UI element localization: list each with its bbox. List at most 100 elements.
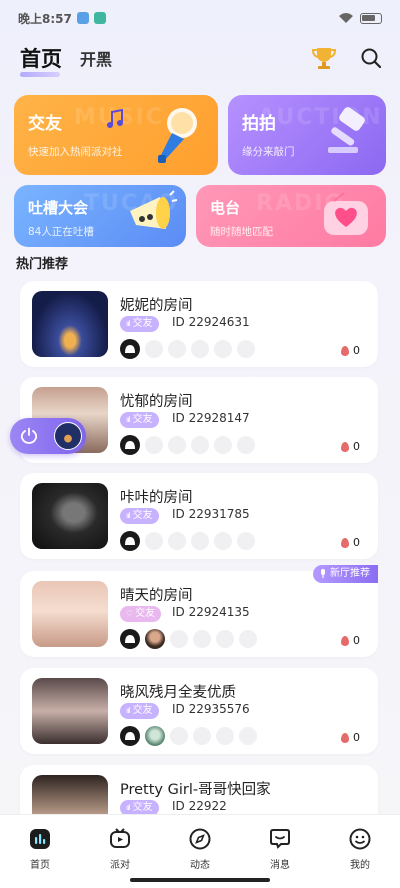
app-notification-icon xyxy=(93,12,106,24)
empty-seat-icon xyxy=(191,340,209,358)
empty-seat-icon xyxy=(216,727,234,745)
card-paipai[interactable]: AUCTION 拍拍 缘分来敲门 xyxy=(228,95,386,175)
empty-seat-icon xyxy=(168,532,186,550)
room-cover xyxy=(32,291,108,357)
room-card[interactable]: 咔咔的房间 ııl 交友 ID 22931785 0 xyxy=(20,473,378,559)
room-name: 妮妮的房间 xyxy=(120,298,193,314)
empty-seat-icon xyxy=(237,532,255,550)
nav-profile[interactable]: 我的 xyxy=(320,827,400,888)
message-icon xyxy=(270,829,290,849)
empty-seat-icon xyxy=(237,340,255,358)
mic-seats xyxy=(120,435,255,455)
profile-icon xyxy=(349,828,371,850)
room-cover xyxy=(32,678,108,744)
mic-seats xyxy=(120,629,257,649)
party-tv-icon xyxy=(110,828,130,848)
empty-seat-icon xyxy=(214,340,232,358)
notification-icon xyxy=(76,12,89,24)
nav-profile-label: 我的 xyxy=(350,860,370,871)
host-seat-icon xyxy=(120,531,140,551)
card-jiaoyou[interactable]: MUSIC 交友 快速加入热闹派对社 xyxy=(14,95,218,175)
radio-icon xyxy=(324,192,368,235)
music-note-icon xyxy=(107,109,123,128)
status-bar: 晚上8:57 xyxy=(0,0,400,36)
microphone-icon xyxy=(158,108,197,163)
room-heat: 0 xyxy=(341,440,360,453)
section-title-hot: 热门推荐 xyxy=(16,257,69,272)
room-heat: 0 xyxy=(341,536,360,549)
seat-avatar[interactable] xyxy=(145,629,165,649)
empty-seat-icon xyxy=(239,630,257,648)
card-diantai[interactable]: RADIO 电台 随时随地匹配 xyxy=(196,185,386,247)
tab-home[interactable]: 首页 xyxy=(20,43,62,77)
room-name: 晴天的房间 xyxy=(120,588,193,604)
new-room-badge: 新厅推荐 xyxy=(313,565,378,583)
room-card[interactable]: 妮妮的房间 ııl 交友 ID 22924631 0 xyxy=(20,281,378,367)
room-name: 晓风残月全麦优质 xyxy=(120,685,236,701)
room-name: 忧郁的房间 xyxy=(120,394,193,410)
mini-player-cover[interactable] xyxy=(54,422,82,450)
room-card[interactable]: 新厅推荐 晴天的房间 ♡ 交友 ID 22924135 0 xyxy=(20,565,378,657)
mic-seats xyxy=(120,726,257,746)
room-heat: 0 xyxy=(341,731,360,744)
search-icon[interactable] xyxy=(360,47,382,69)
room-tag: ııl 交友 xyxy=(120,412,159,428)
home-chart-icon xyxy=(30,829,50,849)
bottom-nav: 首页 派对 动态 消息 我的 xyxy=(0,814,400,888)
power-icon[interactable] xyxy=(20,427,38,445)
flame-icon xyxy=(341,732,349,743)
flame-icon xyxy=(341,345,349,356)
empty-seat-icon xyxy=(216,630,234,648)
room-tag: ♡ 交友 xyxy=(120,606,162,622)
nav-party-label: 派对 xyxy=(110,860,130,871)
nav-moments-label: 动态 xyxy=(190,860,210,871)
seat-avatar[interactable] xyxy=(145,726,165,746)
room-name: Pretty Girl-哥哥快回家 xyxy=(120,782,271,798)
room-id: ID 22928147 xyxy=(172,411,250,425)
empty-seat-icon xyxy=(214,436,232,454)
wifi-icon xyxy=(339,13,353,23)
host-seat-icon xyxy=(120,629,140,649)
mini-player-button[interactable] xyxy=(10,418,86,454)
empty-seat-icon xyxy=(145,340,163,358)
empty-seat-icon xyxy=(170,727,188,745)
card-tucao[interactable]: TUCAO 吐槽大会 84人正在吐槽 xyxy=(14,185,186,247)
room-tag: ııl 交友 xyxy=(120,703,159,719)
host-seat-icon xyxy=(120,339,140,359)
mic-badge-icon xyxy=(321,569,325,578)
gavel-icon xyxy=(328,107,365,153)
empty-seat-icon xyxy=(168,436,186,454)
megaphone-icon xyxy=(130,190,178,229)
room-card[interactable]: 晓风残月全麦优质 ııl 交友 ID 22935576 0 xyxy=(20,668,378,754)
flame-icon xyxy=(341,537,349,548)
nav-home-label: 首页 xyxy=(30,860,50,871)
compass-icon xyxy=(189,828,211,850)
room-id: ID 22931785 xyxy=(172,507,250,521)
mic-seats xyxy=(120,531,255,551)
empty-seat-icon xyxy=(145,436,163,454)
empty-seat-icon xyxy=(214,532,232,550)
flame-icon xyxy=(341,441,349,452)
room-id: ID 22924135 xyxy=(172,605,250,619)
host-seat-icon xyxy=(120,726,140,746)
trophy-icon[interactable] xyxy=(310,45,338,71)
empty-seat-icon xyxy=(168,340,186,358)
status-icons xyxy=(338,12,382,24)
tab-kaihei[interactable]: 开黑 xyxy=(80,46,112,70)
room-id: ID 22924631 xyxy=(172,315,250,329)
empty-seat-icon xyxy=(191,532,209,550)
empty-seat-icon xyxy=(193,630,211,648)
room-id: ID 22922 xyxy=(172,799,227,813)
flame-icon xyxy=(341,635,349,646)
battery-icon xyxy=(360,12,382,24)
empty-seat-icon xyxy=(237,436,255,454)
room-name: 咔咔的房间 xyxy=(120,490,193,506)
room-heat: 0 xyxy=(341,634,360,647)
room-id: ID 22935576 xyxy=(172,702,250,716)
empty-seat-icon xyxy=(191,436,209,454)
room-tag: ııl 交友 xyxy=(120,316,159,332)
mic-seats xyxy=(120,339,255,359)
host-seat-icon xyxy=(120,435,140,455)
nav-home[interactable]: 首页 xyxy=(0,827,80,888)
home-indicator[interactable] xyxy=(130,878,270,882)
